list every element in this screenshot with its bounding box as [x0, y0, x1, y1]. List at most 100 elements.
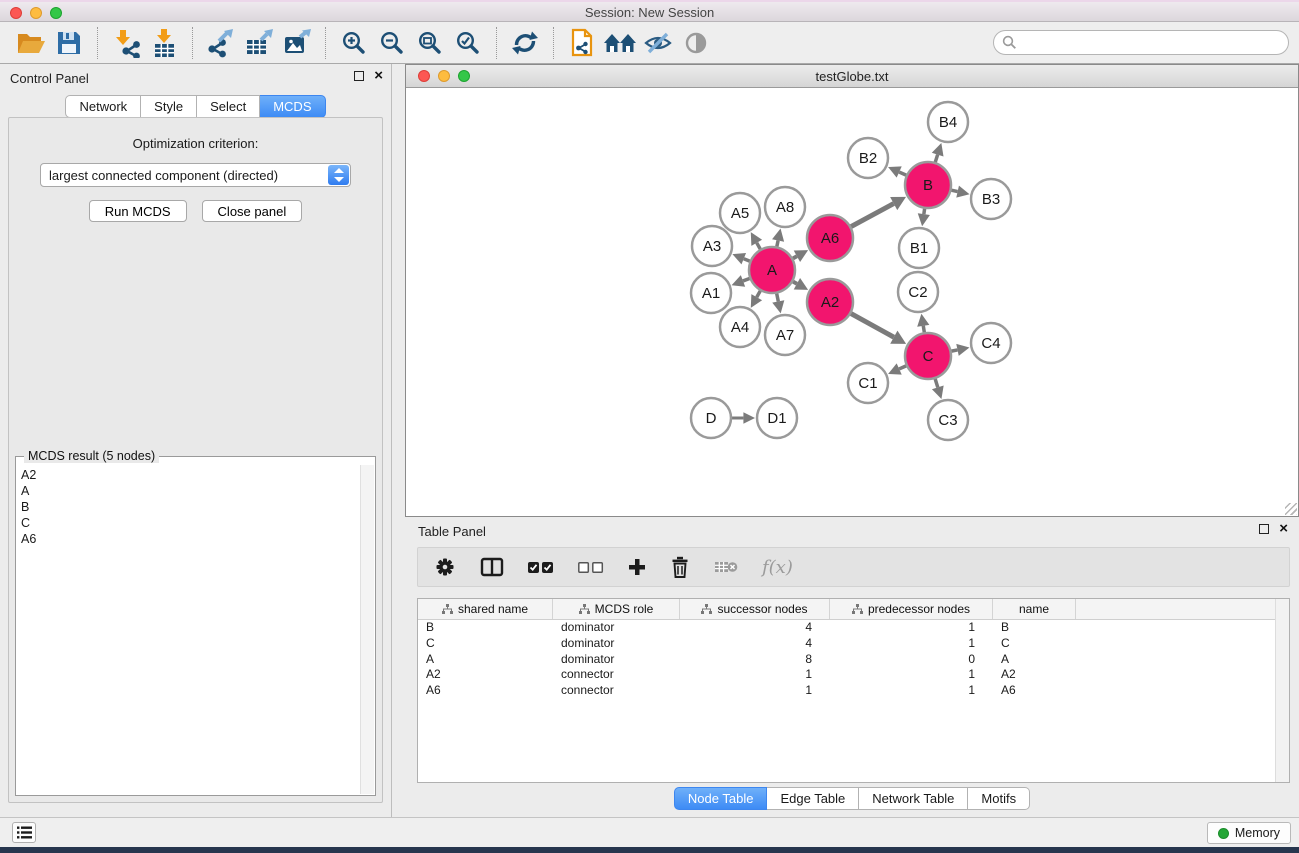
mcds-result-item[interactable]: A2	[21, 467, 360, 483]
mcds-result-item[interactable]: B	[21, 499, 360, 515]
graph-node-B1[interactable]: B1	[899, 228, 939, 268]
save-session-icon[interactable]	[50, 25, 88, 61]
close-panel-button[interactable]: Close panel	[202, 200, 303, 222]
close-panel-icon[interactable]: ×	[374, 71, 383, 81]
graph-node-A1[interactable]: A1	[691, 273, 731, 313]
cell-predecessor-nodes[interactable]: 1	[830, 636, 993, 652]
cell-name[interactable]: A2	[993, 667, 1076, 683]
graph-edge-C-C2[interactable]	[923, 326, 924, 332]
delete-column-trash-icon[interactable]	[670, 556, 690, 578]
cell-shared-name[interactable]: B	[418, 620, 553, 636]
cell-predecessor-nodes[interactable]: 1	[830, 620, 993, 636]
cell-predecessor-nodes[interactable]: 1	[830, 667, 993, 683]
graph-node-A5[interactable]: A5	[720, 193, 760, 233]
graph-node-B[interactable]: B	[905, 162, 951, 208]
column-header-name[interactable]: name	[993, 599, 1076, 619]
table-row[interactable]: Adominator80A	[418, 652, 1289, 668]
tab-select[interactable]: Select	[197, 95, 260, 118]
graph-node-A3[interactable]: A3	[692, 226, 732, 266]
eye-slash-icon[interactable]	[639, 25, 677, 61]
tab-network-table[interactable]: Network Table	[859, 787, 968, 810]
import-table-icon[interactable]	[145, 25, 183, 61]
graph-node-C1[interactable]: C1	[848, 363, 888, 403]
run-mcds-button[interactable]: Run MCDS	[89, 200, 187, 222]
graph-edge-C-C4[interactable]	[952, 350, 958, 351]
export-network-icon[interactable]	[202, 25, 240, 61]
cell-MCDS-role[interactable]: connector	[553, 667, 680, 683]
graph-node-A2[interactable]: A2	[807, 279, 853, 325]
float-table-panel-icon[interactable]	[1259, 524, 1269, 534]
zoom-fit-icon[interactable]	[411, 25, 449, 61]
graph-node-D[interactable]: D	[691, 398, 731, 438]
graph-node-B4[interactable]: B4	[928, 102, 968, 142]
cell-shared-name[interactable]: A6	[418, 683, 553, 699]
cell-shared-name[interactable]: C	[418, 636, 553, 652]
mcds-result-scrollbar[interactable]	[360, 465, 374, 794]
close-table-panel-icon[interactable]: ×	[1279, 524, 1288, 534]
table-row[interactable]: A2connector11A2	[418, 667, 1289, 683]
graph-edge-A-A1[interactable]	[743, 278, 750, 280]
graph-edge-A-A2[interactable]	[793, 282, 797, 284]
tab-mcds[interactable]: MCDS	[260, 95, 325, 118]
cell-MCDS-role[interactable]: connector	[553, 683, 680, 699]
network-list-button[interactable]	[12, 822, 36, 843]
graph-edge-A-A3[interactable]	[744, 259, 750, 261]
graph-node-A6[interactable]: A6	[807, 215, 853, 261]
cell-MCDS-role[interactable]: dominator	[553, 652, 680, 668]
resize-grip[interactable]	[1285, 503, 1297, 515]
delete-table-icon[interactable]	[714, 559, 738, 575]
cell-successor-nodes[interactable]: 1	[680, 667, 830, 683]
graph-edge-A-A6[interactable]	[793, 256, 797, 258]
graph-node-B2[interactable]: B2	[848, 138, 888, 178]
graph-edge-A6-B[interactable]	[851, 204, 894, 227]
cell-name[interactable]: C	[993, 636, 1076, 652]
table-settings-gear-icon[interactable]	[434, 556, 456, 578]
cell-MCDS-role[interactable]: dominator	[553, 636, 680, 652]
graph-node-A4[interactable]: A4	[720, 307, 760, 347]
refresh-icon[interactable]	[506, 25, 544, 61]
tab-edge-table[interactable]: Edge Table	[767, 787, 859, 810]
column-header-shared-name[interactable]: shared name	[418, 599, 553, 619]
graph-edge-B-B2[interactable]	[899, 172, 906, 175]
show-column-panel-icon[interactable]	[480, 557, 504, 577]
document-share-icon[interactable]	[563, 25, 601, 61]
cell-name[interactable]: A6	[993, 683, 1076, 699]
column-header-predecessor-nodes[interactable]: predecessor nodes	[830, 599, 993, 619]
import-network-icon[interactable]	[107, 25, 145, 61]
float-panel-icon[interactable]	[354, 71, 364, 81]
mcds-result-item[interactable]: C	[21, 515, 360, 531]
graph-edge-C-C1[interactable]	[899, 366, 906, 369]
cell-shared-name[interactable]: A2	[418, 667, 553, 683]
graph-node-D1[interactable]: D1	[757, 398, 797, 438]
cell-MCDS-role[interactable]: dominator	[553, 620, 680, 636]
zoom-selected-icon[interactable]	[449, 25, 487, 61]
cell-name[interactable]: B	[993, 620, 1076, 636]
mcds-result-item[interactable]: A6	[21, 531, 360, 547]
search-field[interactable]	[993, 30, 1289, 55]
home-icon[interactable]	[601, 25, 639, 61]
graph-node-A8[interactable]: A8	[765, 187, 805, 227]
column-header-successor-nodes[interactable]: successor nodes	[680, 599, 830, 619]
tab-motifs[interactable]: Motifs	[968, 787, 1030, 810]
table-row[interactable]: A6connector11A6	[418, 683, 1289, 699]
graph-node-B3[interactable]: B3	[971, 179, 1011, 219]
graph-edge-C-C3[interactable]	[935, 379, 938, 387]
cell-successor-nodes[interactable]: 8	[680, 652, 830, 668]
select-all-columns-icon[interactable]	[528, 561, 554, 573]
graph-node-A7[interactable]: A7	[765, 315, 805, 355]
graph-edge-A-A4[interactable]	[757, 291, 761, 297]
table-row[interactable]: Bdominator41B	[418, 620, 1289, 636]
graph-node-C3[interactable]: C3	[928, 400, 968, 440]
table-row[interactable]: Cdominator41C	[418, 636, 1289, 652]
zoom-out-icon[interactable]	[373, 25, 411, 61]
cell-name[interactable]: A	[993, 652, 1076, 668]
tab-node-table[interactable]: Node Table	[674, 787, 768, 810]
graph-node-C[interactable]: C	[905, 333, 951, 379]
cell-predecessor-nodes[interactable]: 1	[830, 683, 993, 699]
graph-edge-B-B3[interactable]	[951, 190, 957, 191]
cell-successor-nodes[interactable]: 4	[680, 620, 830, 636]
graph-edge-B-B4[interactable]	[935, 155, 937, 163]
graph-edge-A-A5[interactable]	[757, 243, 761, 249]
cell-predecessor-nodes[interactable]: 0	[830, 652, 993, 668]
cell-successor-nodes[interactable]: 4	[680, 636, 830, 652]
